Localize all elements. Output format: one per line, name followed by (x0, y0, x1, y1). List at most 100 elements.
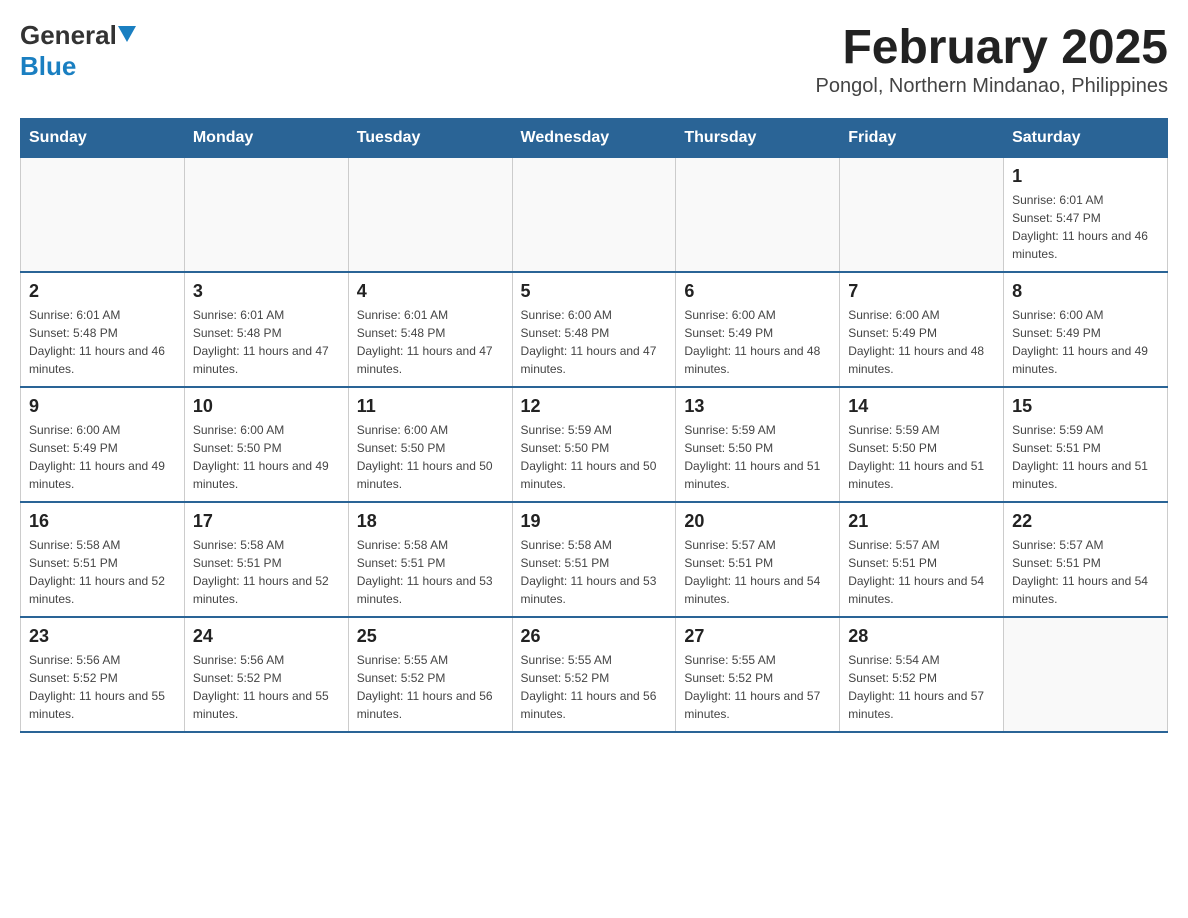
day-number: 9 (29, 396, 176, 417)
week-row-1: 1Sunrise: 6:01 AMSunset: 5:47 PMDaylight… (21, 158, 1168, 273)
page-header: General Blue February 2025 Pongol, North… (20, 20, 1168, 98)
logo-arrow-icon (118, 26, 136, 44)
calendar-header: SundayMondayTuesdayWednesdayThursdayFrid… (21, 119, 1168, 158)
day-cell (184, 158, 348, 273)
week-row-3: 9 Sunrise: 6:00 AMSunset: 5:49 PMDaylight… (21, 387, 1168, 502)
day-number: 14 (848, 396, 995, 417)
day-cell (1004, 617, 1168, 732)
day-number: 17 (193, 511, 340, 532)
day-cell: 7 Sunrise: 6:00 AMSunset: 5:49 PMDaylight… (840, 272, 1004, 387)
day-info: Sunrise: 6:00 AMSunset: 5:48 PMDaylight:… (521, 306, 668, 378)
day-info: Sunrise: 5:58 AMSunset: 5:51 PMDaylight:… (193, 536, 340, 608)
day-cell: 17 Sunrise: 5:58 AMSunset: 5:51 PMDayligh… (184, 502, 348, 617)
day-number: 7 (848, 281, 995, 302)
day-cell: 22 Sunrise: 5:57 AMSunset: 5:51 PMDayligh… (1004, 502, 1168, 617)
day-of-week-tuesday: Tuesday (348, 119, 512, 158)
day-info: Sunrise: 5:59 AMSunset: 5:50 PMDaylight:… (684, 421, 831, 493)
day-number: 2 (29, 281, 176, 302)
day-number: 23 (29, 626, 176, 647)
day-cell: 11 Sunrise: 6:00 AMSunset: 5:50 PMDayligh… (348, 387, 512, 502)
day-cell: 23Sunrise: 5:56 AMSunset: 5:52 PMDayligh… (21, 617, 185, 732)
day-of-week-monday: Monday (184, 119, 348, 158)
day-cell: 25 Sunrise: 5:55 AMSunset: 5:52 PMDayligh… (348, 617, 512, 732)
day-info: Sunrise: 5:55 AMSunset: 5:52 PMDaylight:… (357, 651, 504, 723)
day-cell: 15Sunrise: 5:59 AMSunset: 5:51 PMDayligh… (1004, 387, 1168, 502)
week-row-2: 2 Sunrise: 6:01 AMSunset: 5:48 PMDaylight… (21, 272, 1168, 387)
day-info: Sunrise: 6:01 AMSunset: 5:48 PMDaylight:… (357, 306, 504, 378)
day-number: 3 (193, 281, 340, 302)
day-info: Sunrise: 5:58 AMSunset: 5:51 PMDaylight:… (29, 536, 176, 608)
day-info: Sunrise: 5:57 AMSunset: 5:51 PMDaylight:… (848, 536, 995, 608)
day-number: 13 (684, 396, 831, 417)
day-info: Sunrise: 6:00 AMSunset: 5:49 PMDaylight:… (29, 421, 176, 493)
day-cell: 10 Sunrise: 6:00 AMSunset: 5:50 PMDayligh… (184, 387, 348, 502)
day-cell: 24Sunrise: 5:56 AMSunset: 5:52 PMDayligh… (184, 617, 348, 732)
calendar-title: February 2025 (816, 20, 1168, 75)
calendar-subtitle: Pongol, Northern Mindanao, Philippines (816, 75, 1168, 98)
day-number: 18 (357, 511, 504, 532)
day-info: Sunrise: 6:00 AMSunset: 5:49 PMDaylight:… (1012, 306, 1159, 378)
day-info: Sunrise: 6:00 AMSunset: 5:49 PMDaylight:… (684, 306, 831, 378)
day-info: Sunrise: 5:57 AMSunset: 5:51 PMDaylight:… (1012, 536, 1159, 608)
logo-blue-text: Blue (20, 51, 76, 81)
day-of-week-saturday: Saturday (1004, 119, 1168, 158)
day-cell: 9 Sunrise: 6:00 AMSunset: 5:49 PMDaylight… (21, 387, 185, 502)
day-cell: 26 Sunrise: 5:55 AMSunset: 5:52 PMDayligh… (512, 617, 676, 732)
day-number: 16 (29, 511, 176, 532)
day-cell: 2 Sunrise: 6:01 AMSunset: 5:48 PMDaylight… (21, 272, 185, 387)
day-number: 20 (684, 511, 831, 532)
day-info: Sunrise: 6:01 AMSunset: 5:48 PMDaylight:… (193, 306, 340, 378)
day-number: 10 (193, 396, 340, 417)
title-block: February 2025 Pongol, Northern Mindanao,… (816, 20, 1168, 98)
day-info: Sunrise: 6:00 AMSunset: 5:50 PMDaylight:… (357, 421, 504, 493)
day-of-week-sunday: Sunday (21, 119, 185, 158)
day-cell: 18 Sunrise: 5:58 AMSunset: 5:51 PMDayligh… (348, 502, 512, 617)
day-info: Sunrise: 5:58 AMSunset: 5:51 PMDaylight:… (357, 536, 504, 608)
day-number: 1 (1012, 166, 1159, 187)
day-info: Sunrise: 6:01 AMSunset: 5:48 PMDaylight:… (29, 306, 176, 378)
day-cell: 19 Sunrise: 5:58 AMSunset: 5:51 PMDayligh… (512, 502, 676, 617)
week-row-4: 16 Sunrise: 5:58 AMSunset: 5:51 PMDayligh… (21, 502, 1168, 617)
day-info: Sunrise: 5:54 AMSunset: 5:52 PMDaylight:… (848, 651, 995, 723)
day-cell: 12 Sunrise: 5:59 AMSunset: 5:50 PMDayligh… (512, 387, 676, 502)
day-cell: 20 Sunrise: 5:57 AMSunset: 5:51 PMDayligh… (676, 502, 840, 617)
days-of-week-row: SundayMondayTuesdayWednesdayThursdayFrid… (21, 119, 1168, 158)
calendar-table: SundayMondayTuesdayWednesdayThursdayFrid… (20, 118, 1168, 733)
day-number: 22 (1012, 511, 1159, 532)
day-number: 8 (1012, 281, 1159, 302)
day-cell: 3 Sunrise: 6:01 AMSunset: 5:48 PMDaylight… (184, 272, 348, 387)
day-cell: 21Sunrise: 5:57 AMSunset: 5:51 PMDayligh… (840, 502, 1004, 617)
day-info: Sunrise: 5:55 AMSunset: 5:52 PMDaylight:… (521, 651, 668, 723)
day-number: 5 (521, 281, 668, 302)
week-row-5: 23 Sunrise: 5:56 AMSunset: 5:52 PMDayligh… (21, 617, 1168, 732)
day-number: 4 (357, 281, 504, 302)
day-cell (676, 158, 840, 273)
day-number: 6 (684, 281, 831, 302)
day-cell: 16 Sunrise: 5:58 AMSunset: 5:51 PMDayligh… (21, 502, 185, 617)
day-number: 25 (357, 626, 504, 647)
day-of-week-friday: Friday (840, 119, 1004, 158)
day-number: 26 (521, 626, 668, 647)
day-cell: 5 Sunrise: 6:00 AMSunset: 5:48 PMDaylight… (512, 272, 676, 387)
day-cell (348, 158, 512, 273)
day-number: 19 (521, 511, 668, 532)
day-cell: 28Sunrise: 5:54 AMSunset: 5:52 PMDayligh… (840, 617, 1004, 732)
day-cell (840, 158, 1004, 273)
day-number: 12 (521, 396, 668, 417)
day-cell: 1Sunrise: 6:01 AMSunset: 5:47 PMDaylight… (1004, 158, 1168, 273)
day-cell (512, 158, 676, 273)
day-cell: 8 Sunrise: 6:00 AMSunset: 5:49 PMDaylight… (1004, 272, 1168, 387)
day-cell: 27Sunrise: 5:55 AMSunset: 5:52 PMDayligh… (676, 617, 840, 732)
day-info: Sunrise: 5:59 AMSunset: 5:50 PMDaylight:… (521, 421, 668, 493)
day-info: Sunrise: 6:00 AMSunset: 5:49 PMDaylight:… (848, 306, 995, 378)
day-number: 11 (357, 396, 504, 417)
day-info: Sunrise: 6:00 AMSunset: 5:50 PMDaylight:… (193, 421, 340, 493)
day-info: Sunrise: 5:58 AMSunset: 5:51 PMDaylight:… (521, 536, 668, 608)
logo: General Blue (20, 20, 136, 82)
day-number: 15 (1012, 396, 1159, 417)
day-of-week-wednesday: Wednesday (512, 119, 676, 158)
day-info: Sunrise: 5:57 AMSunset: 5:51 PMDaylight:… (684, 536, 831, 608)
day-cell: 13 Sunrise: 5:59 AMSunset: 5:50 PMDayligh… (676, 387, 840, 502)
day-info: Sunrise: 5:56 AMSunset: 5:52 PMDaylight:… (193, 651, 340, 723)
calendar-body: 1Sunrise: 6:01 AMSunset: 5:47 PMDaylight… (21, 158, 1168, 733)
